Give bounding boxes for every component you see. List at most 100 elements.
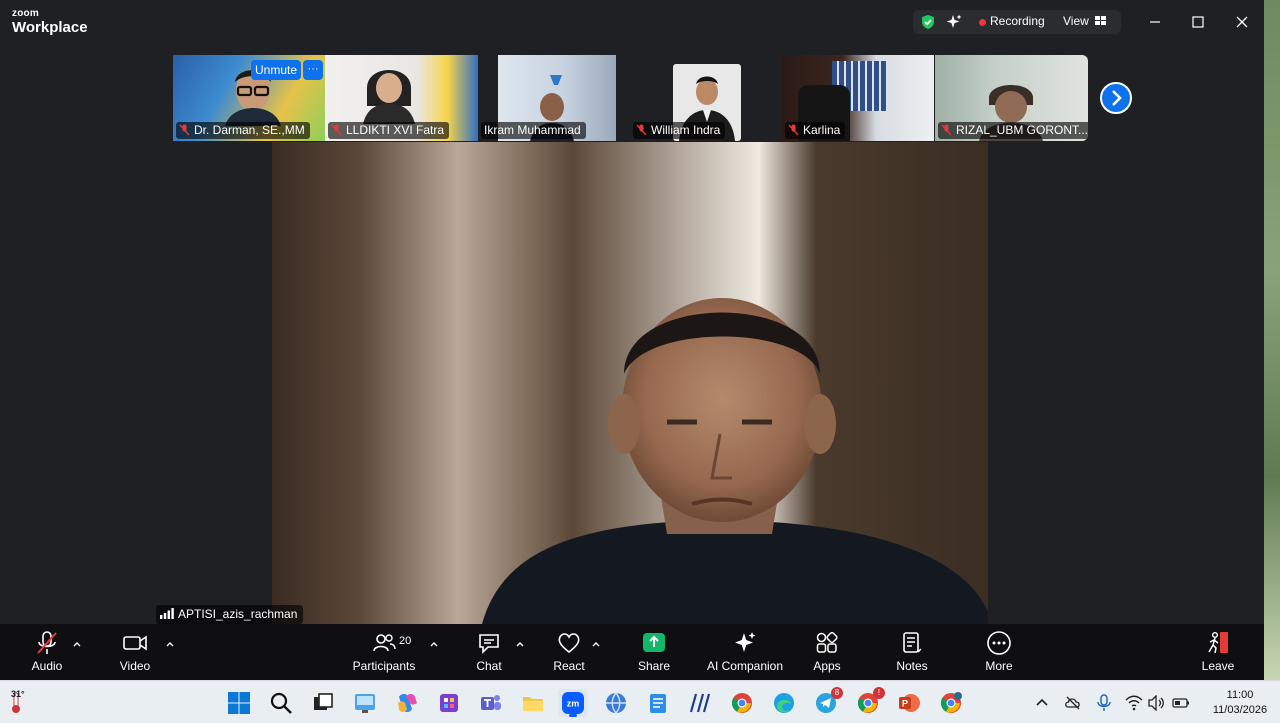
slash-app-icon[interactable]	[688, 691, 712, 715]
audio-options-caret-icon[interactable]	[72, 640, 82, 648]
muted-mic-icon	[179, 124, 190, 136]
notes-label: Notes	[896, 659, 928, 673]
tile-more-button[interactable]: ···	[303, 60, 323, 80]
meeting-toolbar: Audio Video Participants 20 Chat React S…	[0, 624, 1264, 680]
telegram-taskbar[interactable]: 8	[814, 687, 843, 715]
more-dots-icon	[987, 631, 1011, 655]
file-explorer-icon[interactable]	[521, 691, 545, 715]
leave-button[interactable]: Leave	[1198, 630, 1238, 673]
close-icon[interactable]	[1232, 12, 1252, 32]
participants-label: Participants	[352, 659, 416, 673]
apps-button[interactable]: Apps	[807, 630, 847, 673]
clock[interactable]: 11:00 11/03/2026	[1208, 688, 1272, 718]
chat-options-caret-icon[interactable]	[515, 640, 525, 648]
task-view-icon[interactable]	[311, 691, 335, 715]
speaker-name-tag: APTISI_azis_rachman	[156, 605, 304, 624]
search-icon[interactable]	[269, 691, 293, 715]
unmute-button[interactable]: Unmute	[251, 60, 301, 80]
encryption-shield-icon[interactable]	[920, 14, 936, 30]
minimize-icon[interactable]	[1145, 12, 1165, 32]
chrome-icon[interactable]	[730, 691, 754, 715]
video-options-caret-icon[interactable]	[165, 640, 175, 648]
video-button[interactable]: Video	[115, 630, 155, 673]
muted-mic-icon	[331, 124, 342, 136]
participant-tile[interactable]: LLDIKTI XVI Fatra	[325, 55, 478, 141]
chrome-profile-taskbar[interactable]: !	[856, 687, 885, 715]
participants-options-caret-icon[interactable]	[429, 640, 439, 648]
notes-button[interactable]: Notes	[892, 630, 932, 673]
participant-name-text: LLDIKTI XVI Fatra	[346, 123, 445, 137]
react-button[interactable]: React	[549, 630, 589, 673]
warning-badge: !	[873, 687, 885, 699]
participant-tile[interactable]: Unmute ··· Dr. Darman, SE.,MM	[173, 55, 325, 141]
react-label: React	[553, 659, 585, 673]
filmstrip-next-arrow-icon[interactable]	[1100, 82, 1132, 114]
muted-mic-icon	[636, 124, 647, 136]
apps-icon	[816, 631, 838, 653]
zoom-taskbar-active[interactable]: zm	[558, 689, 588, 717]
brand-small: zoom	[12, 8, 39, 19]
recording-label[interactable]: Recording	[990, 14, 1045, 28]
participant-tile[interactable]: William Indra	[630, 55, 782, 141]
svg-text:P: P	[902, 699, 908, 709]
svg-text:zm: zm	[567, 699, 580, 709]
notification-badge: 8	[831, 687, 843, 699]
participant-name: LLDIKTI XVI Fatra	[328, 122, 450, 139]
react-options-caret-icon[interactable]	[591, 640, 601, 648]
powerpoint-icon[interactable]: P	[897, 691, 921, 715]
share-label: Share	[637, 659, 671, 673]
leave-door-icon	[1208, 632, 1228, 654]
zoom-app-icon: zm	[562, 692, 584, 714]
notes-icon	[903, 632, 922, 653]
notepad-icon[interactable]	[646, 691, 670, 715]
windows-start-icon[interactable]	[227, 691, 251, 715]
volume-icon[interactable]	[1148, 695, 1166, 711]
participant-tile[interactable]: Karlina	[782, 55, 934, 141]
microphone-tray-icon[interactable]	[1096, 694, 1112, 712]
battery-icon[interactable]	[1172, 695, 1190, 711]
audio-label: Audio	[31, 659, 63, 673]
audio-button[interactable]: Audio	[27, 630, 67, 673]
chrome-secondary-icon[interactable]	[939, 691, 963, 715]
widgets-icon[interactable]	[353, 691, 377, 715]
share-screen-icon	[643, 633, 665, 652]
meeting-status-bar: Recording View	[913, 10, 1121, 34]
ai-companion-button[interactable]: AI Companion	[703, 630, 787, 673]
participant-name: Ikram Muhammad	[481, 122, 586, 139]
view-button[interactable]: View	[1063, 14, 1089, 28]
wifi-icon[interactable]	[1125, 695, 1143, 711]
participant-video	[363, 70, 415, 124]
ai-companion-sparkle-icon	[735, 632, 756, 652]
windows-taskbar: 31° zm 8 ! P 11:00 11/03/2026	[0, 680, 1280, 723]
share-button[interactable]: Share	[634, 630, 674, 673]
teams-icon[interactable]	[479, 691, 503, 715]
desktop-background	[1264, 0, 1280, 680]
grid-view-icon[interactable]	[1095, 16, 1107, 27]
maximize-icon[interactable]	[1188, 12, 1208, 32]
brand-main: Workplace	[12, 19, 88, 36]
video-label: Video	[119, 659, 151, 673]
participant-name-text: Dr. Darman, SE.,MM	[194, 123, 305, 137]
app-launcher-icon[interactable]	[437, 691, 461, 715]
clock-time: 11:00	[1226, 689, 1254, 701]
zoom-window: zoom Workplace Recording View Unmute ···…	[0, 0, 1264, 680]
cloud-offline-icon[interactable]	[1064, 694, 1082, 712]
participant-filmstrip: Unmute ··· Dr. Darman, SE.,MM LLDIKTI XV…	[173, 55, 1088, 141]
participant-name: Karlina	[785, 122, 846, 139]
tray-expand-chevron-icon[interactable]	[1034, 695, 1050, 711]
muted-mic-icon	[788, 124, 799, 136]
speaker-figure	[482, 298, 988, 624]
chat-label: Chat	[476, 659, 502, 673]
chat-button[interactable]: Chat	[469, 630, 509, 673]
participant-tile[interactable]: RIZAL_UBM GORONT...	[935, 55, 1088, 141]
copilot-icon[interactable]	[395, 691, 419, 715]
participants-count: 20	[399, 635, 412, 647]
more-button[interactable]: More	[979, 630, 1019, 673]
participant-name-text: RIZAL_UBM GORONT...	[956, 123, 1088, 137]
ai-sparkle-icon[interactable]	[945, 13, 963, 31]
speaker-name: APTISI_azis_rachman	[178, 607, 298, 621]
edge-icon[interactable]	[772, 691, 796, 715]
globe-app-icon[interactable]	[604, 691, 628, 715]
weather-temperature[interactable]: 31°	[11, 689, 25, 699]
participant-tile[interactable]: Ikram Muhammad	[478, 55, 630, 141]
